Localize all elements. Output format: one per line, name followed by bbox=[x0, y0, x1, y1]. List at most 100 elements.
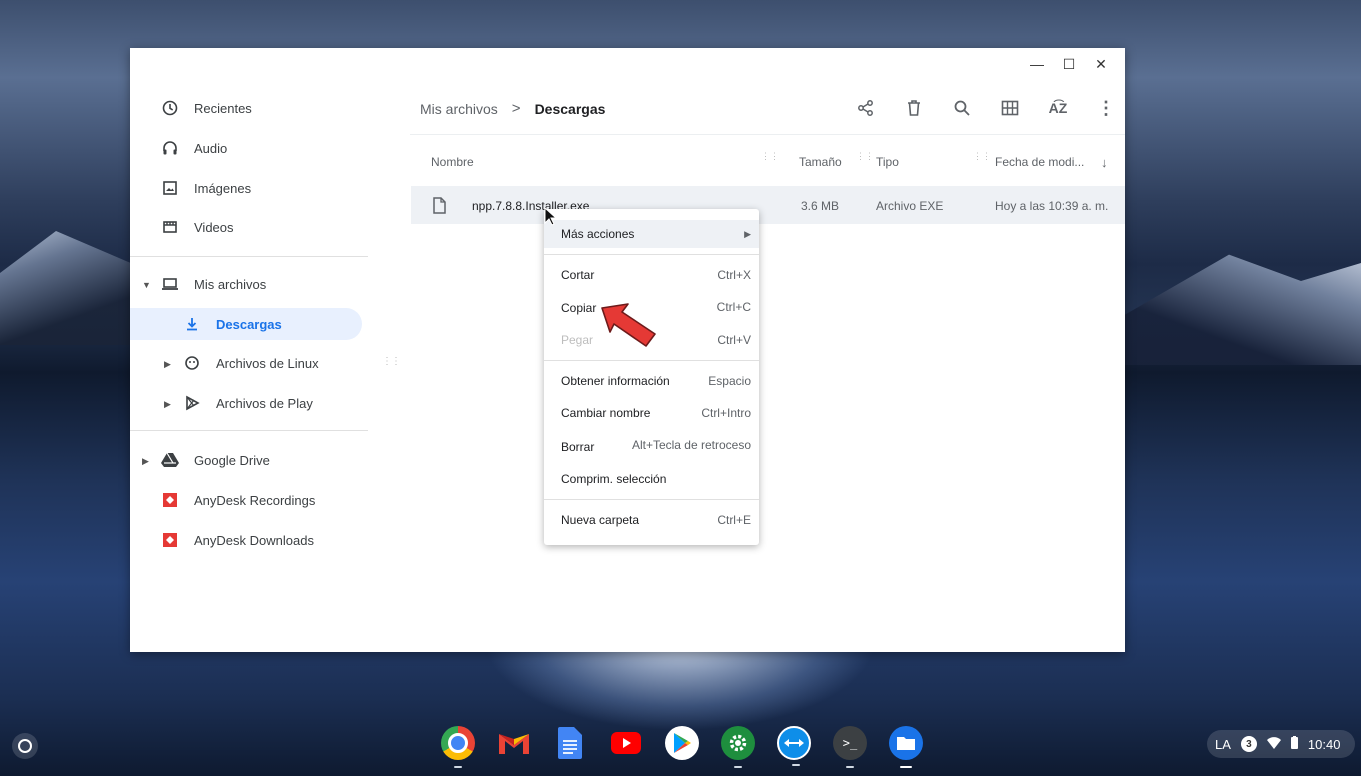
sidebar-item-label: Descargas bbox=[216, 316, 282, 332]
menu-item-comprimir-seleccion[interactable]: Comprim. selección bbox=[544, 465, 759, 493]
minimize-button[interactable]: — bbox=[1021, 54, 1053, 74]
status-tray[interactable]: LA 3 10:40 bbox=[1207, 730, 1355, 758]
menu-divider bbox=[544, 360, 759, 361]
sidebar-item-label: Audio bbox=[194, 140, 228, 156]
sort-az-icon[interactable]: A͡Z bbox=[1034, 96, 1082, 120]
sidebar-divider bbox=[130, 256, 368, 257]
expand-caret-icon[interactable]: ▶ bbox=[142, 456, 149, 467]
play-icon bbox=[182, 393, 202, 413]
sidebar-item-label: AnyDesk Recordings bbox=[194, 492, 316, 508]
menu-item-cortar[interactable]: Cortar Ctrl+X bbox=[544, 261, 759, 289]
play-store-icon[interactable] bbox=[665, 726, 699, 760]
files-app-icon[interactable] bbox=[889, 726, 923, 768]
column-resize-grip[interactable]: ⋮⋮ bbox=[761, 152, 779, 161]
docs-icon[interactable] bbox=[553, 726, 587, 760]
sidebar-item-anydesk-downloads[interactable]: AnyDesk Downloads bbox=[160, 524, 314, 556]
sidebar-item-recientes[interactable]: Recientes bbox=[160, 92, 252, 124]
teamviewer-icon[interactable] bbox=[777, 726, 811, 766]
menu-item-nueva-carpeta[interactable]: Nueva carpeta Ctrl+E bbox=[544, 506, 759, 534]
expand-caret-icon[interactable]: ▶ bbox=[164, 399, 171, 410]
settings-icon[interactable] bbox=[721, 726, 755, 768]
clock-time: 10:40 bbox=[1307, 736, 1341, 752]
maximize-button[interactable]: ☐ bbox=[1053, 54, 1085, 74]
wifi-icon bbox=[1266, 736, 1281, 752]
menu-item-mas-acciones[interactable]: Más acciones ▶ bbox=[544, 220, 759, 248]
sidebar-item-videos[interactable]: Videos bbox=[160, 211, 234, 243]
sidebar-item-descargas[interactable]: Descargas bbox=[130, 308, 362, 340]
breadcrumb-root[interactable]: Mis archivos bbox=[420, 101, 498, 117]
anydesk-icon bbox=[160, 530, 180, 550]
sidebar-item-google-drive[interactable]: Google Drive bbox=[160, 444, 270, 476]
grid-view-icon[interactable] bbox=[986, 96, 1034, 120]
menu-item-label: Obtener información bbox=[561, 374, 670, 388]
notification-badge: 3 bbox=[1240, 736, 1257, 752]
sidebar-item-label: Recientes bbox=[194, 100, 252, 116]
breadcrumb-current[interactable]: Descargas bbox=[535, 101, 606, 117]
chrome-icon[interactable] bbox=[441, 726, 475, 768]
video-icon bbox=[160, 217, 180, 237]
share-icon[interactable] bbox=[842, 96, 890, 120]
collapse-caret-icon[interactable]: ▼ bbox=[142, 280, 151, 290]
file-date: Hoy a las 10:39 a. m. bbox=[995, 199, 1109, 213]
more-options-icon[interactable]: ⋮ bbox=[1082, 96, 1130, 120]
terminal-icon[interactable]: >_ bbox=[833, 726, 867, 768]
anydesk-icon bbox=[160, 490, 180, 510]
expand-caret-icon[interactable]: ▶ bbox=[164, 359, 171, 370]
sidebar-item-audio[interactable]: Audio bbox=[160, 132, 227, 164]
menu-item-obtener-informacion[interactable]: Obtener información Espacio bbox=[544, 367, 759, 395]
menu-divider bbox=[544, 499, 759, 500]
sidebar-item-archivos-de-linux[interactable]: Archivos de Linux bbox=[182, 347, 319, 379]
header-divider bbox=[410, 134, 1125, 135]
column-header-type[interactable]: Tipo bbox=[876, 155, 899, 169]
sidebar-item-archivos-de-play[interactable]: Archivos de Play bbox=[182, 387, 313, 419]
sidebar-item-label: Imágenes bbox=[194, 180, 252, 196]
shelf-apps: >_ bbox=[441, 726, 923, 768]
breadcrumb: Mis archivos > Descargas bbox=[420, 100, 605, 117]
menu-item-label: Copiar bbox=[561, 301, 597, 315]
drive-icon bbox=[160, 450, 180, 470]
menu-item-label: Cortar bbox=[561, 268, 595, 282]
sidebar-item-label: AnyDesk Downloads bbox=[194, 532, 314, 548]
sidebar-item-label: Archivos de Linux bbox=[216, 355, 319, 371]
sidebar-item-label: Google Drive bbox=[194, 452, 270, 468]
column-resize-grip[interactable]: ⋮⋮ bbox=[856, 152, 874, 161]
sidebar-resize-handle[interactable]: ⋮⋮ bbox=[382, 357, 401, 367]
sidebar-item-mis-archivos[interactable]: Mis archivos bbox=[160, 268, 266, 300]
menu-divider bbox=[544, 254, 759, 255]
column-header-size[interactable]: Tamaño bbox=[799, 155, 842, 169]
sidebar-item-imagenes[interactable]: Imágenes bbox=[160, 172, 251, 204]
context-menu: Más acciones ▶ Cortar Ctrl+X Copiar Ctrl… bbox=[544, 209, 759, 545]
youtube-icon[interactable] bbox=[609, 726, 643, 760]
linux-icon bbox=[182, 353, 202, 373]
menu-item-shortcut: Alt+Tecla de retroceso bbox=[631, 438, 751, 452]
menu-item-cambiar-nombre[interactable]: Cambiar nombre Ctrl+Intro bbox=[544, 399, 759, 427]
trash-icon[interactable] bbox=[890, 96, 938, 120]
menu-item-shortcut: Ctrl+E bbox=[717, 513, 751, 527]
launcher-button[interactable] bbox=[12, 733, 38, 759]
menu-item-borrar[interactable]: Borrar Alt+Tecla de retroceso bbox=[544, 431, 759, 459]
window-controls: — ☐ ✕ bbox=[1021, 54, 1117, 74]
menu-item-label: Comprim. selección bbox=[561, 472, 667, 486]
search-icon[interactable] bbox=[938, 96, 986, 120]
column-header-date[interactable]: Fecha de modi... bbox=[995, 155, 1084, 169]
sidebar-item-anydesk-recordings[interactable]: AnyDesk Recordings bbox=[160, 484, 315, 516]
sidebar-item-label: Mis archivos bbox=[194, 276, 267, 292]
close-button[interactable]: ✕ bbox=[1085, 54, 1117, 74]
wallpaper-mountain-right bbox=[1121, 254, 1361, 365]
menu-item-label: Borrar bbox=[561, 440, 595, 454]
sort-descending-icon[interactable]: ↓ bbox=[1101, 155, 1108, 170]
menu-item-label: Nueva carpeta bbox=[561, 513, 640, 527]
menu-item-shortcut: Ctrl+Intro bbox=[701, 406, 751, 420]
gmail-icon[interactable] bbox=[497, 726, 531, 760]
laptop-icon bbox=[160, 274, 180, 294]
headphones-icon bbox=[160, 138, 180, 158]
file-type: Archivo EXE bbox=[876, 199, 944, 213]
column-resize-grip[interactable]: ⋮⋮ bbox=[973, 152, 991, 161]
column-header-name[interactable]: Nombre bbox=[431, 155, 474, 169]
menu-item-shortcut: Ctrl+C bbox=[716, 300, 751, 314]
menu-item-label: Más acciones bbox=[561, 227, 635, 241]
sidebar-divider bbox=[130, 430, 368, 431]
menu-item-label: Pegar bbox=[561, 333, 594, 347]
shelf: >_ LA 3 10:40 bbox=[0, 720, 1361, 776]
menu-item-label: Cambiar nombre bbox=[561, 406, 651, 420]
